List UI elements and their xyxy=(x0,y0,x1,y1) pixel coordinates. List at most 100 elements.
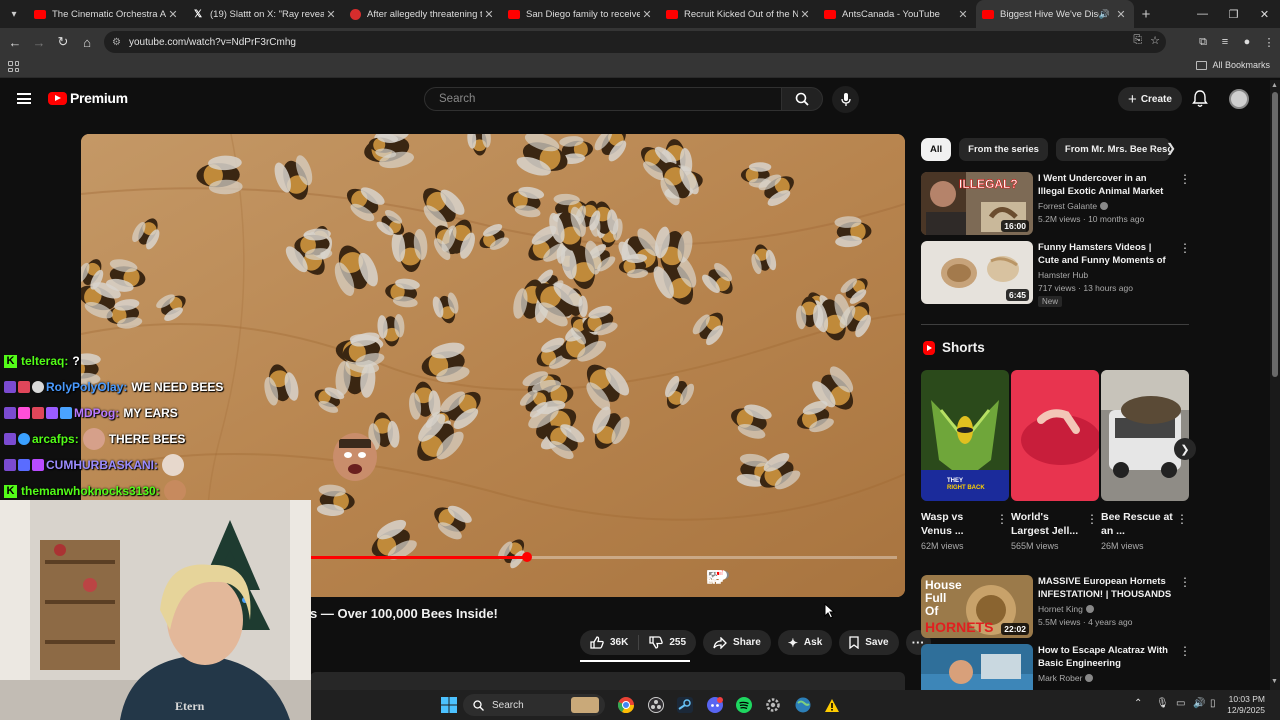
tray-overflow-icon[interactable]: ⌃ xyxy=(1134,698,1142,709)
channel-name[interactable]: Forrest Galante xyxy=(1038,201,1109,211)
recommended-video[interactable]: House Full Of HORNETS 22:02 MASSIVE Europea… xyxy=(921,575,1191,639)
forward-icon[interactable]: → xyxy=(27,35,51,50)
fullscreen-icon[interactable] xyxy=(707,570,889,588)
short-title[interactable]: Wasp vs Venus ... xyxy=(921,510,993,538)
video-thumbnail[interactable]: ILLEGAL? 16:00 xyxy=(921,172,1033,235)
url-field[interactable]: ⚙ youtube.com/watch?v=NdPrF3rCmhg ⎘ ☆ xyxy=(104,31,1166,53)
video-thumbnail[interactable]: House Full Of HORNETS 22:02 xyxy=(921,575,1033,638)
close-icon[interactable]: ✕ xyxy=(324,8,338,21)
settings-gear-icon[interactable] xyxy=(763,695,783,715)
close-icon[interactable]: ✕ xyxy=(956,8,970,21)
network-icon[interactable]: ▭ xyxy=(1176,698,1185,709)
scroll-down-icon[interactable]: ▼ xyxy=(1271,678,1278,685)
browser-menu-icon[interactable]: ⋮ xyxy=(1258,36,1280,49)
recommended-video[interactable]: ILLEGAL? 16:00 I Went Undercover in an I… xyxy=(921,172,1191,236)
share-button[interactable]: Share xyxy=(703,630,771,655)
battery-icon[interactable]: ▯ xyxy=(1210,698,1216,709)
bookmark-star-icon[interactable]: ☆ xyxy=(1150,34,1160,47)
browser-tab[interactable]: AntsCanada - YouTube ✕ xyxy=(818,0,976,28)
media-control-icon[interactable]: ≡ xyxy=(1214,36,1236,48)
short-thumbnail[interactable] xyxy=(1011,370,1099,501)
warning-icon[interactable] xyxy=(822,695,842,715)
short-item[interactable]: THEY RIGHT BACK Wasp vs Venus ... 62M vie… xyxy=(921,370,1009,551)
browser-tab[interactable]: San Diego family to receive the✕ xyxy=(502,0,660,28)
video-title[interactable]: I Went Undercover in an Illegal Exotic A… xyxy=(1038,172,1174,198)
spotify-icon[interactable] xyxy=(734,695,754,715)
windows-start-icon[interactable] xyxy=(439,695,459,715)
short-thumbnail[interactable]: THEY RIGHT BACK xyxy=(921,370,1009,501)
browser-tab[interactable]: Recruit Kicked Out of the Navy✕ xyxy=(660,0,818,28)
close-icon[interactable]: ✕ xyxy=(640,8,654,21)
short-thumbnail[interactable] xyxy=(1101,370,1189,501)
chip-from-channel[interactable]: From Mr. Mrs. Bee Rescue xyxy=(1055,138,1170,161)
tab-search-button[interactable]: ▾ xyxy=(0,0,28,28)
scrubber-handle[interactable] xyxy=(521,552,532,562)
scrollbar-thumb[interactable] xyxy=(1272,92,1278,377)
voice-search-button[interactable] xyxy=(832,86,859,113)
short-item[interactable]: World's Largest Jell... 565M views ⋮ xyxy=(1011,370,1099,551)
like-button[interactable]: 36K xyxy=(580,630,638,655)
system-clock[interactable]: 10:03 PM 12/9/2025 xyxy=(1227,694,1265,716)
create-button[interactable]: + Create xyxy=(1118,87,1182,111)
search-input[interactable]: Search xyxy=(424,87,782,111)
chip-all[interactable]: All xyxy=(921,138,952,161)
close-icon[interactable]: ✕ xyxy=(1114,8,1128,21)
volume-icon[interactable]: 🔊 xyxy=(1193,698,1205,709)
dislike-button[interactable]: 255 xyxy=(639,630,696,655)
video-progress-bar[interactable] xyxy=(309,552,897,562)
close-icon[interactable]: ✕ xyxy=(166,8,180,21)
search-button[interactable] xyxy=(781,87,823,111)
apps-grid-icon[interactable] xyxy=(8,61,19,72)
steam-icon[interactable] xyxy=(675,695,695,715)
ask-button[interactable]: ✦ Ask xyxy=(777,630,833,655)
description-box[interactable] xyxy=(310,672,905,692)
account-avatar[interactable] xyxy=(1229,89,1249,109)
more-vertical-icon[interactable]: ⋮ xyxy=(1179,241,1191,255)
save-button[interactable]: Save xyxy=(839,630,899,655)
speaker-icon[interactable]: 🔊 xyxy=(1099,9,1110,20)
short-item[interactable]: Bee Rescue at an ... 26M views ⋮ xyxy=(1101,370,1189,551)
minimize-icon[interactable]: — xyxy=(1187,8,1218,20)
more-vertical-icon[interactable]: ⋮ xyxy=(1179,575,1191,589)
restore-icon[interactable]: ❐ xyxy=(1218,8,1249,21)
install-app-icon[interactable]: ⎘ xyxy=(1133,34,1142,47)
more-vertical-icon[interactable]: ⋮ xyxy=(1179,644,1191,658)
page-scrollbar[interactable]: ▲ ▼ xyxy=(1270,80,1280,690)
channel-name[interactable]: Mark Rober xyxy=(1038,673,1094,683)
discord-icon[interactable] xyxy=(705,695,725,715)
taskbar-search[interactable]: Search xyxy=(463,694,605,716)
channel-name[interactable]: Hamster Hub xyxy=(1038,270,1088,280)
channel-name[interactable]: Hornet King xyxy=(1038,604,1094,614)
video-title[interactable]: Funny Hamsters Videos | Cute and Funny M… xyxy=(1038,241,1174,267)
chevron-right-icon[interactable]: ❯ xyxy=(1166,141,1176,155)
short-title[interactable]: World's Largest Jell... xyxy=(1011,510,1083,538)
home-icon[interactable]: ⌂ xyxy=(75,35,99,50)
captions-icon[interactable]: CC xyxy=(707,570,761,588)
close-window-icon[interactable]: ✕ xyxy=(1249,8,1280,21)
scroll-up-icon[interactable]: ▲ xyxy=(1271,82,1278,89)
back-icon[interactable]: ← xyxy=(3,35,27,50)
close-icon[interactable]: ✕ xyxy=(798,8,812,21)
globe-app-icon[interactable] xyxy=(793,695,813,715)
more-vertical-icon[interactable]: ⋮ xyxy=(1086,512,1098,526)
reload-icon[interactable]: ↻ xyxy=(51,34,75,50)
cast-icon[interactable] xyxy=(707,570,857,588)
hamburger-menu-icon[interactable] xyxy=(17,93,31,104)
close-icon[interactable]: ✕ xyxy=(482,8,496,21)
browser-tab-active[interactable]: Biggest Hive We've Discov🔊 ✕ xyxy=(976,0,1134,28)
recommended-video[interactable]: 6:45 Funny Hamsters Videos | Cute and Fu… xyxy=(921,241,1191,307)
site-info-icon[interactable]: ⚙ xyxy=(112,37,121,48)
chrome-icon[interactable] xyxy=(616,695,636,715)
obs-icon[interactable] xyxy=(646,695,666,715)
all-bookmarks-button[interactable]: All Bookmarks xyxy=(1196,60,1270,70)
microphone-tray-icon[interactable]: 🎙 xyxy=(1156,698,1169,709)
miniplayer-icon[interactable] xyxy=(707,570,825,588)
youtube-premium-logo[interactable]: Premium xyxy=(48,90,128,106)
video-title[interactable]: MASSIVE European Hornets INFESTATION! | … xyxy=(1038,575,1174,601)
chip-from-the-series[interactable]: From the series xyxy=(959,138,1048,161)
more-vertical-icon[interactable]: ⋮ xyxy=(1179,172,1191,186)
shorts-next-button[interactable]: ❯ xyxy=(1174,438,1196,460)
browser-tab[interactable]: The Cinematic Orchestra Arrival✕ xyxy=(28,0,186,28)
video-thumbnail[interactable]: 6:45 xyxy=(921,241,1033,304)
profile-icon[interactable]: ● xyxy=(1236,36,1258,48)
